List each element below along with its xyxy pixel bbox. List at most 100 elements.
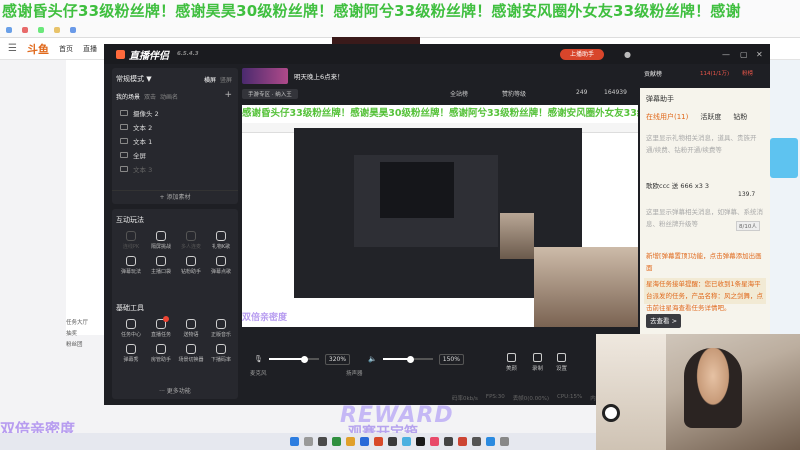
taskbar-app-icon[interactable] [486,437,495,446]
tab-animation[interactable]: 动画名 [160,92,178,101]
feature-button[interactable]: 弹幕秀 [116,344,146,363]
speaker-icon[interactable]: 🔈 [368,355,377,363]
settings-button[interactable]: 设置 [556,353,567,372]
windows-start-icon[interactable] [290,437,299,446]
source-item[interactable]: 文本 1 [120,134,232,148]
close-icon[interactable]: ✕ [756,50,763,59]
portrait-option[interactable]: 竖屏 [220,77,232,84]
mic-icon[interactable]: 🎙 [254,355,263,363]
view-task-button[interactable]: 去查看 > [646,314,682,328]
feature-label: 下播码率 [210,357,231,363]
source-item[interactable]: 全屏 [120,148,232,162]
speaker-volume[interactable]: 150% [438,353,464,365]
share-rank[interactable]: 全站榜 [450,89,468,98]
mic-slider-knob[interactable] [301,355,309,363]
folder-icon[interactable] [346,437,355,446]
feature-button[interactable]: 房管助手 [146,344,176,363]
speaker-slider[interactable] [382,355,433,363]
bookmark[interactable] [38,26,44,33]
avatar-icon[interactable]: ● [624,50,631,59]
source-list: 摄像头 2 文本 2 文本 1 全屏 文本 3 [120,106,232,176]
feature-button[interactable]: 钻粉助手 [176,256,206,275]
feature-button[interactable]: 场景切换器 [176,344,206,363]
feature-label: 弹幕秀 [123,357,139,363]
bookmark[interactable] [70,26,76,33]
taskbar-app-icon[interactable] [472,437,481,446]
feature-button[interactable]: 隔屏挑战 [146,231,176,250]
taskbar-app-icon[interactable] [430,437,439,446]
source-item[interactable]: 摄像头 2 [120,106,232,120]
task-reminder-text: 星海任务接单提醒：您已收到1条星海平台派发的任务，产品名称：风之剑舞，点击前往星… [646,280,763,312]
taskbar-app-icon[interactable] [332,437,341,446]
add-source-button[interactable]: + 添加素材 [112,190,238,204]
tab-diamond-fans[interactable]: 钻粉 [733,112,747,122]
feature-button[interactable]: 送物语 [176,319,206,338]
feature-label: 弹幕玩法 [120,269,141,275]
feature-button[interactable]: 下播码率 [206,344,236,363]
feature-button[interactable]: 正版音乐 [206,319,236,338]
more-features-button[interactable]: ··· 更多功能 [112,386,238,395]
add-scene-icon[interactable]: + [224,90,232,100]
contribution-tab[interactable]: 贡献榜 [644,69,662,78]
tab-double-click[interactable]: 双击 [144,92,156,101]
feature-label: 房管助手 [150,357,171,363]
mic-volume[interactable]: 320% [324,353,351,365]
taskbar-app-icon[interactable] [388,437,397,446]
bookmark[interactable] [54,26,60,33]
level-label[interactable]: 赞豹等级 [502,89,526,98]
category-chip[interactable]: 手游专区 · 纳入王 [242,89,298,99]
taskbar-app-icon[interactable] [374,437,383,446]
feature-label: 多人连麦 [180,244,201,250]
bookmark[interactable] [22,26,28,33]
live-cover-thumbnail[interactable] [242,68,288,84]
menu-icon[interactable]: ☰ [8,43,17,54]
feature-button[interactable]: 直播任务 [146,316,176,338]
mode-selector[interactable]: 常规模式 ▼ [116,74,152,84]
taskbar-app-icon[interactable] [318,437,327,446]
feature-icon [126,319,136,329]
beauty-button[interactable]: 美颜 [506,353,517,372]
feature-button[interactable]: 弹幕玩法 [116,256,146,275]
taskbar-app-icon[interactable] [360,437,369,446]
preview-subtitle: 双倍亲密度 [242,313,288,323]
taskbar-app-icon[interactable] [444,437,453,446]
source-item[interactable]: 文本 3 [120,162,232,176]
stream-preview[interactable]: 感谢昏头仔33级粉丝牌！感谢昊昊30级粉丝牌！感谢阿兮33级粉丝牌！感谢安风圈外… [242,105,638,327]
taskbar-app-icon[interactable] [500,437,509,446]
speaker-slider-knob[interactable] [406,355,414,363]
nav-link-home[interactable]: 首页 [59,44,73,54]
landscape-option[interactable]: 横屏 [204,77,216,84]
feature-button[interactable]: 弹幕点歌 [206,256,236,275]
upload-assistant-button[interactable]: 上播助手 [560,49,604,60]
tab-activity[interactable]: 活跃度 [700,112,721,122]
mic-slider[interactable] [268,355,319,363]
taskbar-app-icon[interactable] [402,437,411,446]
taskbar-app-icon[interactable] [458,437,467,446]
bookmark[interactable] [6,26,12,33]
task-link[interactable]: 粉丝团 [66,340,106,348]
app-titlebar: 直播伴侣 6.5.4.3 上播助手 ● — ▢ ✕ [104,44,770,64]
feature-button[interactable]: 任务中心 [116,319,146,338]
nav-link-live[interactable]: 直播 [83,44,97,54]
task-link[interactable]: 任务大厅 [66,318,106,326]
orientation-toggle[interactable]: 横屏 竖屏 [204,75,232,84]
fan-rank[interactable]: 粉榜 [742,69,753,77]
feature-button[interactable]: 礼物K歌 [206,231,236,250]
minimize-icon[interactable]: — [722,50,730,59]
feature-tip[interactable]: 新增[弹幕置顶]功能，点击弹幕添加出画面 [646,250,764,274]
record-button[interactable]: 录制 [532,353,543,372]
site-logo[interactable]: 斗鱼 [27,41,49,57]
tab-my-scenes[interactable]: 我的场景 [116,92,140,101]
tools-panel: 互动玩法 连线PK 隔屏挑战 多人连麦 礼物K歌 弹幕玩法 主播口袋 钻粉助手 弹幕点歌 基础… [112,209,238,399]
maximize-icon[interactable]: ▢ [740,50,748,59]
feature-button[interactable]: 主播口袋 [146,256,176,275]
tab-online-users[interactable]: 在线用户(11) [646,112,688,122]
live-title[interactable]: 明天晚上6点来！ [294,71,344,81]
search-icon[interactable] [304,437,313,446]
source-type-icon [120,166,128,172]
tools-grid: 任务中心 直播任务 送物语 正版音乐弹幕秀 房管助手 场景切换器 下播码率 [116,316,236,363]
task-link[interactable]: 抽奖 [66,329,106,337]
promo-card[interactable] [770,138,798,178]
taskbar-app-icon[interactable] [416,437,425,446]
source-item[interactable]: 文本 2 [120,120,232,134]
